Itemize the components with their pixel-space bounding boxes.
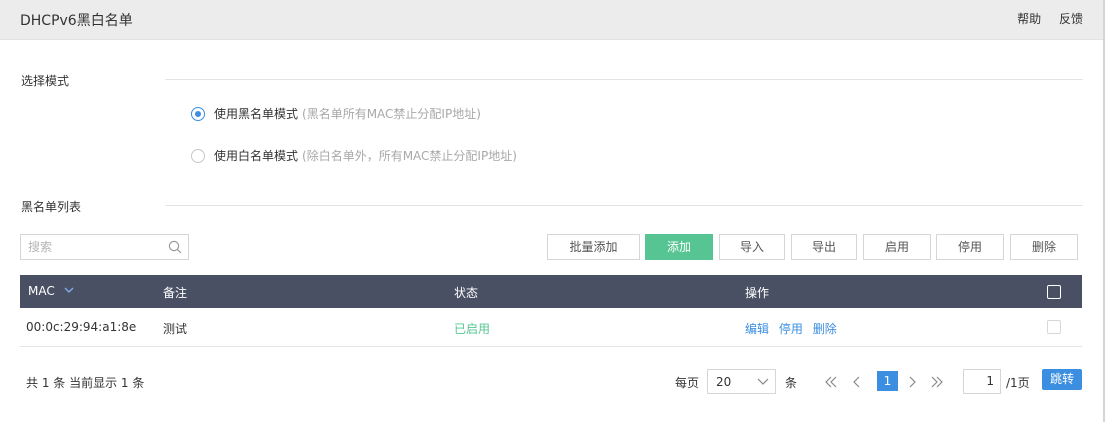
batch-add-button[interactable]: 批量添加 [547, 234, 640, 260]
page-header: DHCPv6黑白名单 帮助 反馈 [0, 0, 1103, 40]
blacklist-mode-option[interactable]: 使用黑名单模式 (黑名单所有MAC禁止分配IP地址) [191, 105, 481, 122]
search-box [20, 234, 189, 260]
delete-button[interactable]: 删除 [1010, 234, 1078, 260]
last-page-icon[interactable] [930, 375, 944, 389]
row-checkbox[interactable] [1047, 320, 1061, 334]
add-button[interactable]: 添加 [645, 234, 713, 260]
table-header: MAC 备注 状态 操作 [20, 275, 1082, 308]
row-edit-link[interactable]: 编辑 [745, 322, 769, 336]
mode-section-label: 选择模式 [21, 74, 70, 88]
row-delete-link[interactable]: 删除 [813, 322, 837, 336]
row-remark: 测试 [163, 322, 188, 336]
current-page-button[interactable]: 1 [877, 371, 898, 391]
radio-whitelist-mode[interactable] [191, 148, 205, 163]
search-icon[interactable] [168, 240, 182, 254]
first-page-icon[interactable] [824, 375, 838, 389]
blacklist-mode-label: 使用黑名单模式 [214, 107, 299, 121]
column-remark: 备注 [163, 286, 188, 300]
enable-button[interactable]: 启用 [863, 234, 931, 260]
row-actions: 编辑 停用 删除 [745, 320, 843, 337]
per-page-unit: 条 [785, 376, 798, 390]
list-section-label: 黑名单列表 [21, 200, 82, 214]
total-pages: /1页 [1006, 376, 1030, 390]
per-page-label: 每页 [675, 376, 700, 390]
row-disable-link[interactable]: 停用 [779, 322, 803, 336]
jump-button[interactable]: 跳转 [1042, 369, 1082, 390]
row-mac: 00:0c:29:94:a1:8e [26, 320, 137, 334]
import-button[interactable]: 导入 [719, 234, 785, 260]
prev-page-icon[interactable] [852, 375, 862, 389]
next-page-icon[interactable] [907, 375, 917, 389]
page-title: DHCPv6黑白名单 [20, 13, 133, 29]
jump-page-input[interactable]: 1 [963, 369, 1001, 394]
export-button[interactable]: 导出 [791, 234, 857, 260]
sort-chevron-down-icon[interactable] [64, 287, 74, 294]
select-all-checkbox[interactable] [1047, 285, 1061, 299]
mode-section-divider [165, 79, 1083, 80]
whitelist-mode-hint: (除白名单外，所有MAC禁止分配IP地址) [302, 149, 517, 163]
row-status: 已启用 [454, 322, 491, 336]
column-actions: 操作 [745, 286, 770, 300]
per-page-select[interactable]: 20 [707, 369, 776, 394]
blacklist-mode-hint: (黑名单所有MAC禁止分配IP地址) [302, 107, 481, 121]
column-mac-label: MAC [28, 284, 55, 298]
list-summary: 共 1 条 当前显示 1 条 [26, 376, 145, 390]
list-section-divider [165, 205, 1083, 206]
feedback-link[interactable]: 反馈 [1059, 12, 1083, 26]
header-links: 帮助 反馈 [1003, 10, 1083, 27]
radio-blacklist-mode[interactable] [191, 106, 205, 121]
column-mac[interactable]: MAC [28, 284, 74, 298]
help-link[interactable]: 帮助 [1017, 12, 1041, 26]
column-status: 状态 [454, 286, 479, 300]
whitelist-mode-option[interactable]: 使用白名单模式 (除白名单外，所有MAC禁止分配IP地址) [191, 147, 517, 164]
per-page-value: 20 [716, 375, 732, 389]
search-input[interactable] [21, 235, 151, 259]
whitelist-mode-label: 使用白名单模式 [214, 149, 299, 163]
disable-button[interactable]: 停用 [936, 234, 1004, 260]
table-row: 00:0c:29:94:a1:8e 测试 已启用 编辑 停用 删除 [20, 308, 1082, 347]
chevron-down-icon [757, 378, 769, 385]
